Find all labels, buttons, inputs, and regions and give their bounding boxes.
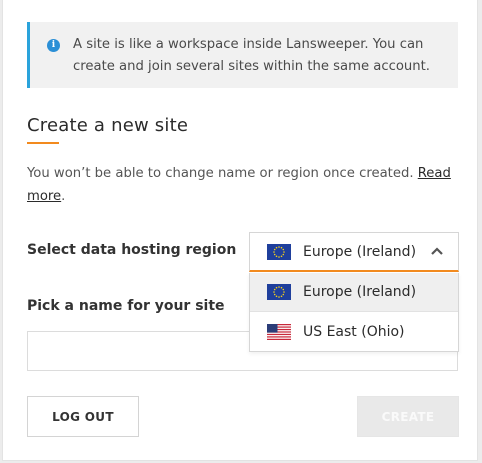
description-text: You won’t be able to change name or regi…	[27, 166, 414, 181]
region-option-label: US East (Ohio)	[303, 323, 405, 340]
eu-flag-icon	[267, 243, 291, 260]
region-selected-value: Europe (Ireland)	[303, 243, 417, 260]
page-title: Create a new site	[27, 115, 189, 136]
eu-flag-icon	[267, 284, 291, 300]
region-option-europe[interactable]: Europe (Ireland)	[250, 273, 458, 312]
chevron-up-icon	[431, 247, 443, 255]
info-banner: i A site is like a workspace inside Lans…	[27, 22, 458, 88]
title-underline	[27, 142, 59, 144]
region-option-us-east[interactable]: US East (Ohio)	[250, 312, 458, 351]
description: You won’t be able to change name or regi…	[27, 162, 452, 208]
region-option-label: Europe (Ireland)	[303, 284, 417, 300]
region-label: Select data hosting region	[27, 242, 237, 258]
site-name-label: Pick a name for your site	[27, 298, 225, 314]
create-button[interactable]: CREATE	[357, 396, 459, 437]
region-dropdown: Europe (Ireland) US East (Ohio)	[249, 273, 459, 352]
logout-button[interactable]: LOG OUT	[27, 396, 139, 437]
us-flag-icon	[267, 323, 291, 340]
region-select[interactable]: Europe (Ireland)	[249, 232, 459, 272]
info-text: A site is like a workspace inside Lanswe…	[73, 37, 431, 74]
info-icon: i	[47, 39, 60, 52]
read-more-suffix: .	[61, 189, 66, 204]
create-site-card: i A site is like a workspace inside Lans…	[2, 0, 478, 461]
